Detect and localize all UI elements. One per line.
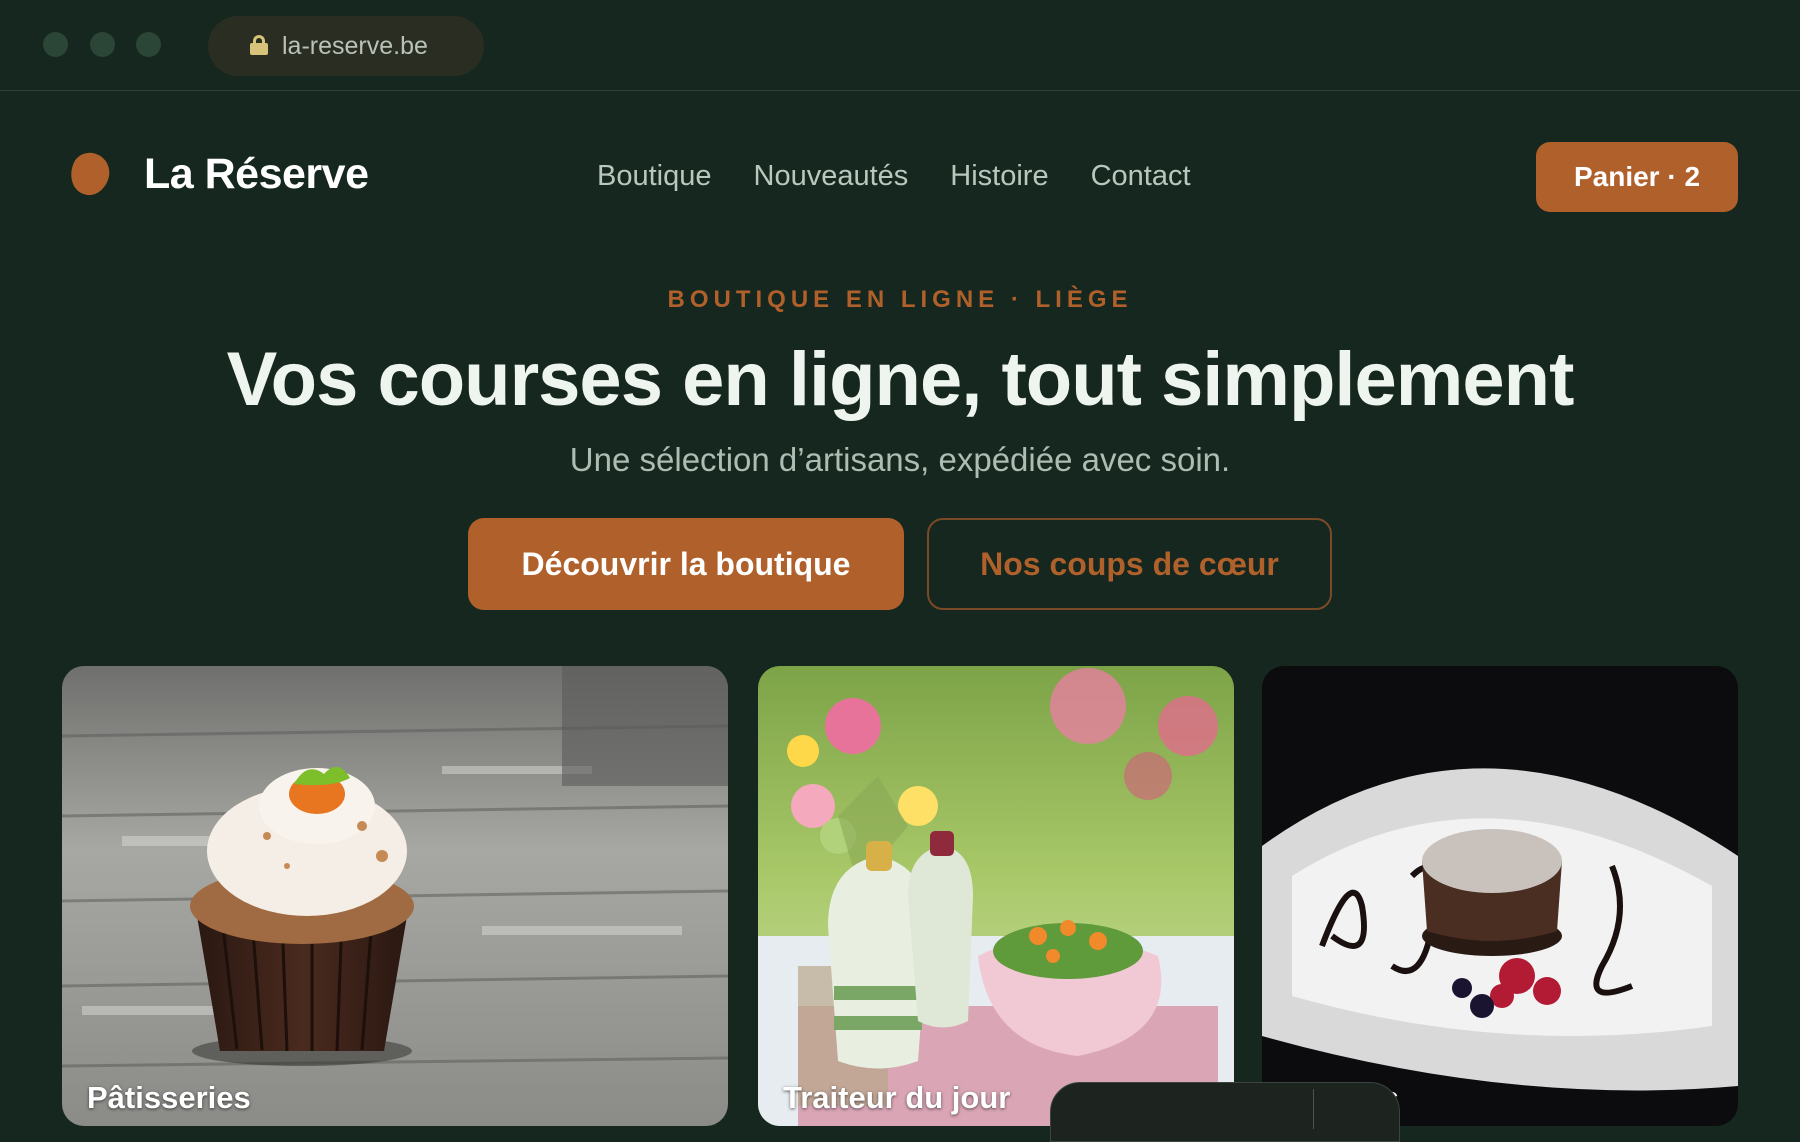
fondant-dessert-image xyxy=(1262,666,1738,1126)
nav-link-boutique[interactable]: Boutique xyxy=(597,160,712,193)
main-nav: Boutique Nouveautés Histoire Contact xyxy=(597,160,1191,193)
category-card-patisseries[interactable]: Pâtisseries xyxy=(62,666,728,1126)
category-label: Pâtisseries xyxy=(87,1080,251,1115)
favorites-button[interactable]: Nos coups de cœur xyxy=(927,518,1332,610)
window-maximize-button[interactable] xyxy=(136,32,161,57)
nav-link-nouveautes[interactable]: Nouveautés xyxy=(754,160,909,193)
cart-button[interactable]: Panier · 2 xyxy=(1536,142,1738,212)
nav-link-contact[interactable]: Contact xyxy=(1091,160,1191,193)
hero-title: Vos courses en ligne, tout simplement xyxy=(226,337,1575,422)
url-text: la-reserve.be xyxy=(282,31,428,60)
category-label: Traiteur du jour xyxy=(783,1080,1011,1115)
category-card-plats-prepares[interactable]: réparés xyxy=(1262,666,1738,1126)
nav-link-histoire[interactable]: Histoire xyxy=(950,160,1048,193)
window-close-button[interactable] xyxy=(43,32,68,57)
hero-eyebrow: BOUTIQUE EN LIGNE · LIÈGE xyxy=(667,286,1133,313)
brand-name[interactable]: La Réserve xyxy=(144,150,369,199)
hero-subtitle: Une sélection d’artisans, expédiée avec … xyxy=(569,441,1231,478)
window-minimize-button[interactable] xyxy=(90,32,115,57)
browser-chrome: la-reserve.be xyxy=(0,0,1800,91)
floating-toolbar[interactable] xyxy=(1050,1082,1400,1142)
category-card-traiteur[interactable]: Traiteur du jour xyxy=(758,666,1234,1126)
discover-shop-button[interactable]: Découvrir la boutique xyxy=(468,518,904,610)
lock-icon xyxy=(250,35,268,55)
address-bar[interactable]: la-reserve.be xyxy=(208,16,484,76)
toolbar-divider xyxy=(1313,1089,1314,1129)
salad-table-image xyxy=(758,666,1234,1126)
cupcake-image xyxy=(62,666,728,1126)
logo-icon[interactable] xyxy=(65,148,115,200)
